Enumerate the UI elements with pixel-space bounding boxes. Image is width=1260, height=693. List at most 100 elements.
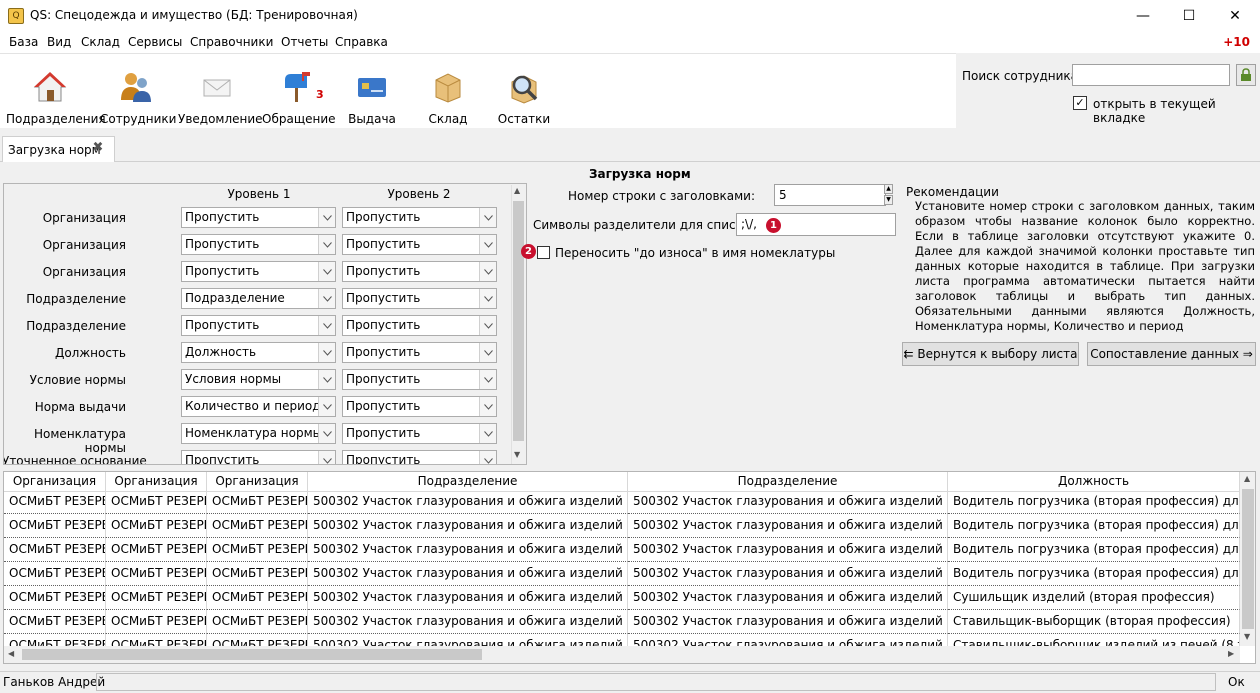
level1-select[interactable]: Подразделение bbox=[181, 288, 336, 309]
scroll-right-icon[interactable]: ▶ bbox=[1228, 649, 1234, 658]
grid-cell[interactable]: ОСМиБТ РЕЗЕРВ bbox=[106, 538, 207, 562]
grid-cell[interactable]: ОСМиБТ РЕЗЕРВ bbox=[207, 538, 308, 562]
notification-count[interactable]: +10 bbox=[1223, 35, 1250, 49]
mapping-scrollbar-thumb[interactable] bbox=[513, 201, 524, 441]
level1-select[interactable]: Пропустить bbox=[181, 450, 336, 464]
spin-up-icon[interactable]: ▲ bbox=[884, 184, 893, 194]
grid-cell[interactable]: 500302 Участок глазурования и обжига изд… bbox=[308, 562, 628, 586]
maximize-button[interactable]: ☐ bbox=[1166, 0, 1212, 31]
minimize-button[interactable]: — bbox=[1120, 0, 1166, 31]
grid-cell[interactable]: ОСМиБТ РЕЗЕРВ bbox=[106, 514, 207, 538]
menu-item-view[interactable]: Вид bbox=[47, 35, 71, 49]
level1-select[interactable]: Пропустить bbox=[181, 234, 336, 255]
grid-cell[interactable]: ОСМиБТ РЕЗЕРВ bbox=[106, 562, 207, 586]
grid-cell[interactable]: 500302 Участок глазурования и обжига изд… bbox=[628, 514, 948, 538]
grid-cell[interactable]: ОСМиБТ РЕЗЕРВ bbox=[4, 610, 106, 634]
grid-cell[interactable]: ОСМиБТ РЕЗЕРВ bbox=[106, 490, 207, 514]
toolbar-button-departments[interactable]: Подразделения bbox=[6, 60, 106, 126]
menu-item-services[interactable]: Сервисы bbox=[128, 35, 182, 49]
grid-cell[interactable]: ОСМиБТ РЕЗЕРВ bbox=[207, 610, 308, 634]
wear-checkbox[interactable] bbox=[537, 246, 550, 259]
toolbar-button-stock[interactable]: Остатки bbox=[492, 60, 556, 126]
level1-select[interactable]: Количество и период bbox=[181, 396, 336, 417]
grid-cell[interactable]: Водитель погрузчика (вторая профессия) д… bbox=[948, 490, 1240, 514]
grid-horizontal-thumb[interactable] bbox=[22, 649, 482, 660]
grid-cell[interactable]: Ставильщик-выборщик (вторая профессия) bbox=[948, 610, 1240, 634]
grid-cell[interactable]: ОСМиБТ РЕЗЕРВ bbox=[4, 514, 106, 538]
grid-header[interactable]: Организация bbox=[106, 472, 207, 492]
grid-cell[interactable]: Водитель погрузчика (вторая профессия) д… bbox=[948, 562, 1240, 586]
grid-cell[interactable]: ОСМиБТ РЕЗЕРВ bbox=[207, 586, 308, 610]
grid-cell[interactable]: 500302 Участок глазурования и обжига изд… bbox=[628, 538, 948, 562]
grid-cell[interactable]: 500302 Участок глазурования и обжига изд… bbox=[308, 538, 628, 562]
scroll-up-icon[interactable]: ▲ bbox=[1244, 474, 1250, 483]
grid-cell[interactable]: 500302 Участок глазурования и обжига изд… bbox=[308, 514, 628, 538]
toolbar-button-warehouse[interactable]: Склад bbox=[416, 60, 480, 126]
grid-cell[interactable]: ОСМиБТ РЕЗЕРВ bbox=[106, 610, 207, 634]
grid-cell[interactable]: 500302 Участок глазурования и обжига изд… bbox=[628, 610, 948, 634]
level2-select[interactable]: Пропустить bbox=[342, 423, 497, 444]
level1-select[interactable]: Должность bbox=[181, 342, 336, 363]
grid-cell[interactable]: 500302 Участок глазурования и обжига изд… bbox=[628, 586, 948, 610]
separators-input[interactable]: ;\/, bbox=[736, 213, 896, 236]
grid-header[interactable]: Должность bbox=[948, 472, 1240, 492]
grid-cell[interactable]: 500302 Участок глазурования и обжига изд… bbox=[628, 490, 948, 514]
scroll-up-icon[interactable]: ▲ bbox=[514, 186, 520, 195]
level2-select[interactable]: Пропустить bbox=[342, 396, 497, 417]
close-tab-icon[interactable]: ✖ bbox=[91, 141, 105, 155]
chevron-down-icon bbox=[318, 424, 335, 443]
search-button[interactable] bbox=[1236, 64, 1256, 86]
grid-cell[interactable]: Водитель погрузчика (вторая профессия) д… bbox=[948, 514, 1240, 538]
menu-item-reports[interactable]: Отчеты bbox=[281, 35, 328, 49]
open-in-tab-checkbox[interactable]: ✓ bbox=[1073, 96, 1087, 110]
grid-cell[interactable]: ОСМиБТ РЕЗЕРВ bbox=[4, 538, 106, 562]
grid-cell[interactable]: ОСМиБТ РЕЗЕРВ bbox=[207, 490, 308, 514]
level2-select[interactable]: Пропустить bbox=[342, 342, 497, 363]
grid-header[interactable]: Подразделение bbox=[628, 472, 948, 492]
grid-cell[interactable]: Водитель погрузчика (вторая профессия) д… bbox=[948, 538, 1240, 562]
grid-cell[interactable]: ОСМиБТ РЕЗЕРВ bbox=[4, 490, 106, 514]
level2-select[interactable]: Пропустить bbox=[342, 288, 497, 309]
level2-select[interactable]: Пропустить bbox=[342, 369, 497, 390]
grid-cell[interactable]: ОСМиБТ РЕЗЕРВ bbox=[207, 562, 308, 586]
level2-select[interactable]: Пропустить bbox=[342, 234, 497, 255]
toolbar-button-employees[interactable]: Сотрудники bbox=[100, 60, 176, 126]
scroll-down-icon[interactable]: ▼ bbox=[1244, 632, 1250, 641]
grid-cell[interactable]: 500302 Участок глазурования и обжига изд… bbox=[308, 490, 628, 514]
grid-cell[interactable]: ОСМиБТ РЕЗЕРВ bbox=[106, 586, 207, 610]
grid-cell[interactable]: Сушильщик изделий (вторая профессия) bbox=[948, 586, 1240, 610]
menu-item-warehouse[interactable]: Склад bbox=[81, 35, 120, 49]
toolbar-button-notification[interactable]: Уведомление bbox=[178, 60, 263, 126]
grid-cell[interactable]: 500302 Участок глазурования и обжига изд… bbox=[308, 586, 628, 610]
back-to-sheet-button[interactable]: ⇇ Вернутся к выбору листа bbox=[902, 342, 1079, 366]
toolbar-button-issue[interactable]: Выдача bbox=[340, 60, 404, 126]
grid-cell[interactable]: ОСМиБТ РЕЗЕРВ bbox=[4, 586, 106, 610]
grid-header[interactable]: Организация bbox=[207, 472, 308, 492]
data-matching-button[interactable]: Сопоставление данных ⇒ bbox=[1087, 342, 1256, 366]
level1-select[interactable]: Номенклатура нормы bbox=[181, 423, 336, 444]
search-input[interactable] bbox=[1072, 64, 1230, 86]
grid-cell[interactable]: 500302 Участок глазурования и обжига изд… bbox=[308, 610, 628, 634]
grid-cell[interactable]: ОСМиБТ РЕЗЕРВ bbox=[207, 514, 308, 538]
grid-header[interactable]: Организация bbox=[4, 472, 106, 492]
level2-select[interactable]: Пропустить bbox=[342, 450, 497, 464]
grid-cell[interactable]: ОСМиБТ РЕЗЕРВ bbox=[4, 562, 106, 586]
level2-select[interactable]: Пропустить bbox=[342, 207, 497, 228]
level1-select[interactable]: Условия нормы bbox=[181, 369, 336, 390]
spin-down-icon[interactable]: ▼ bbox=[884, 195, 893, 205]
level1-select[interactable]: Пропустить bbox=[181, 207, 336, 228]
header-row-input[interactable]: 5 bbox=[774, 184, 886, 206]
menu-item-help[interactable]: Справка bbox=[335, 35, 388, 49]
level2-select[interactable]: Пропустить bbox=[342, 261, 497, 282]
grid-cell[interactable]: 500302 Участок глазурования и обжига изд… bbox=[628, 562, 948, 586]
menu-item-base[interactable]: База bbox=[9, 35, 38, 49]
level1-select[interactable]: Пропустить bbox=[181, 261, 336, 282]
grid-header[interactable]: Подразделение bbox=[308, 472, 628, 492]
close-button[interactable]: ✕ bbox=[1212, 0, 1258, 31]
grid-vertical-thumb[interactable] bbox=[1242, 489, 1254, 629]
menu-item-references[interactable]: Справочники bbox=[190, 35, 273, 49]
level2-select[interactable]: Пропустить bbox=[342, 315, 497, 336]
scroll-down-icon[interactable]: ▼ bbox=[514, 450, 520, 459]
level1-select[interactable]: Пропустить bbox=[181, 315, 336, 336]
scroll-left-icon[interactable]: ◀ bbox=[8, 649, 14, 658]
